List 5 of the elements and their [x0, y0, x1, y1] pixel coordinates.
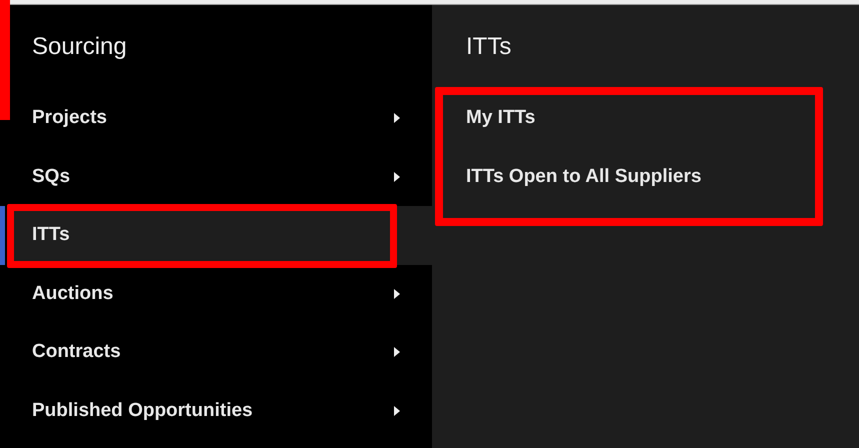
submenu-item[interactable]: ITTs Open to All Suppliers — [432, 148, 859, 206]
submenu-title: ITTs — [466, 32, 512, 62]
submenu-item[interactable]: My ITTs — [432, 89, 859, 148]
menu-title: Sourcing — [32, 32, 127, 62]
selection-bar — [0, 206, 5, 264]
